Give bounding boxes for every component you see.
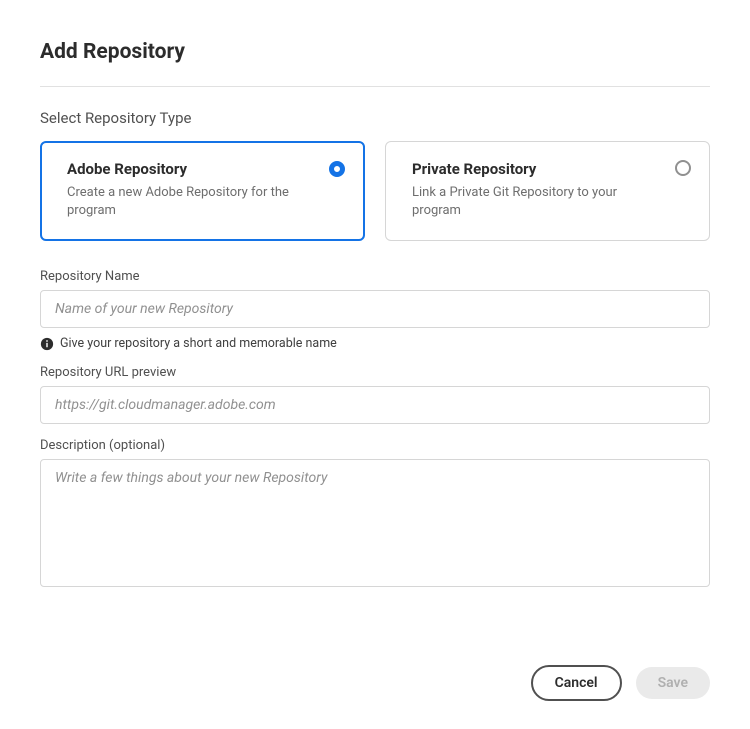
field-description: Description (optional) — [40, 438, 710, 591]
type-card-private[interactable]: Private Repository Link a Private Git Re… — [385, 141, 710, 241]
type-card-adobe[interactable]: Adobe Repository Create a new Adobe Repo… — [40, 141, 365, 241]
field-repo-url: Repository URL preview — [40, 365, 710, 424]
section-label: Select Repository Type — [40, 109, 710, 127]
type-desc: Create a new Adobe Repository for the pr… — [67, 184, 307, 220]
type-title: Private Repository — [412, 160, 689, 178]
field-label: Repository URL preview — [40, 365, 710, 380]
type-selector: Adobe Repository Create a new Adobe Repo… — [40, 141, 710, 241]
cancel-button[interactable]: Cancel — [531, 665, 622, 701]
type-desc: Link a Private Git Repository to your pr… — [412, 184, 652, 220]
page-title: Add Repository — [40, 40, 710, 64]
radio-unselected-icon — [675, 160, 691, 176]
divider — [40, 86, 710, 87]
field-label: Description (optional) — [40, 438, 710, 453]
field-label: Repository Name — [40, 269, 710, 284]
info-icon — [40, 337, 54, 351]
helper-label: Give your repository a short and memorab… — [60, 336, 337, 351]
field-repo-name: Repository Name Give your repository a s… — [40, 269, 710, 351]
footer: Cancel Save — [531, 665, 710, 701]
type-title: Adobe Repository — [67, 160, 344, 178]
save-button[interactable]: Save — [636, 667, 710, 699]
repo-url-input[interactable] — [40, 386, 710, 424]
helper-text: Give your repository a short and memorab… — [40, 336, 710, 351]
radio-selected-icon — [329, 161, 345, 177]
repo-name-input[interactable] — [40, 290, 710, 328]
description-textarea[interactable] — [40, 459, 710, 587]
